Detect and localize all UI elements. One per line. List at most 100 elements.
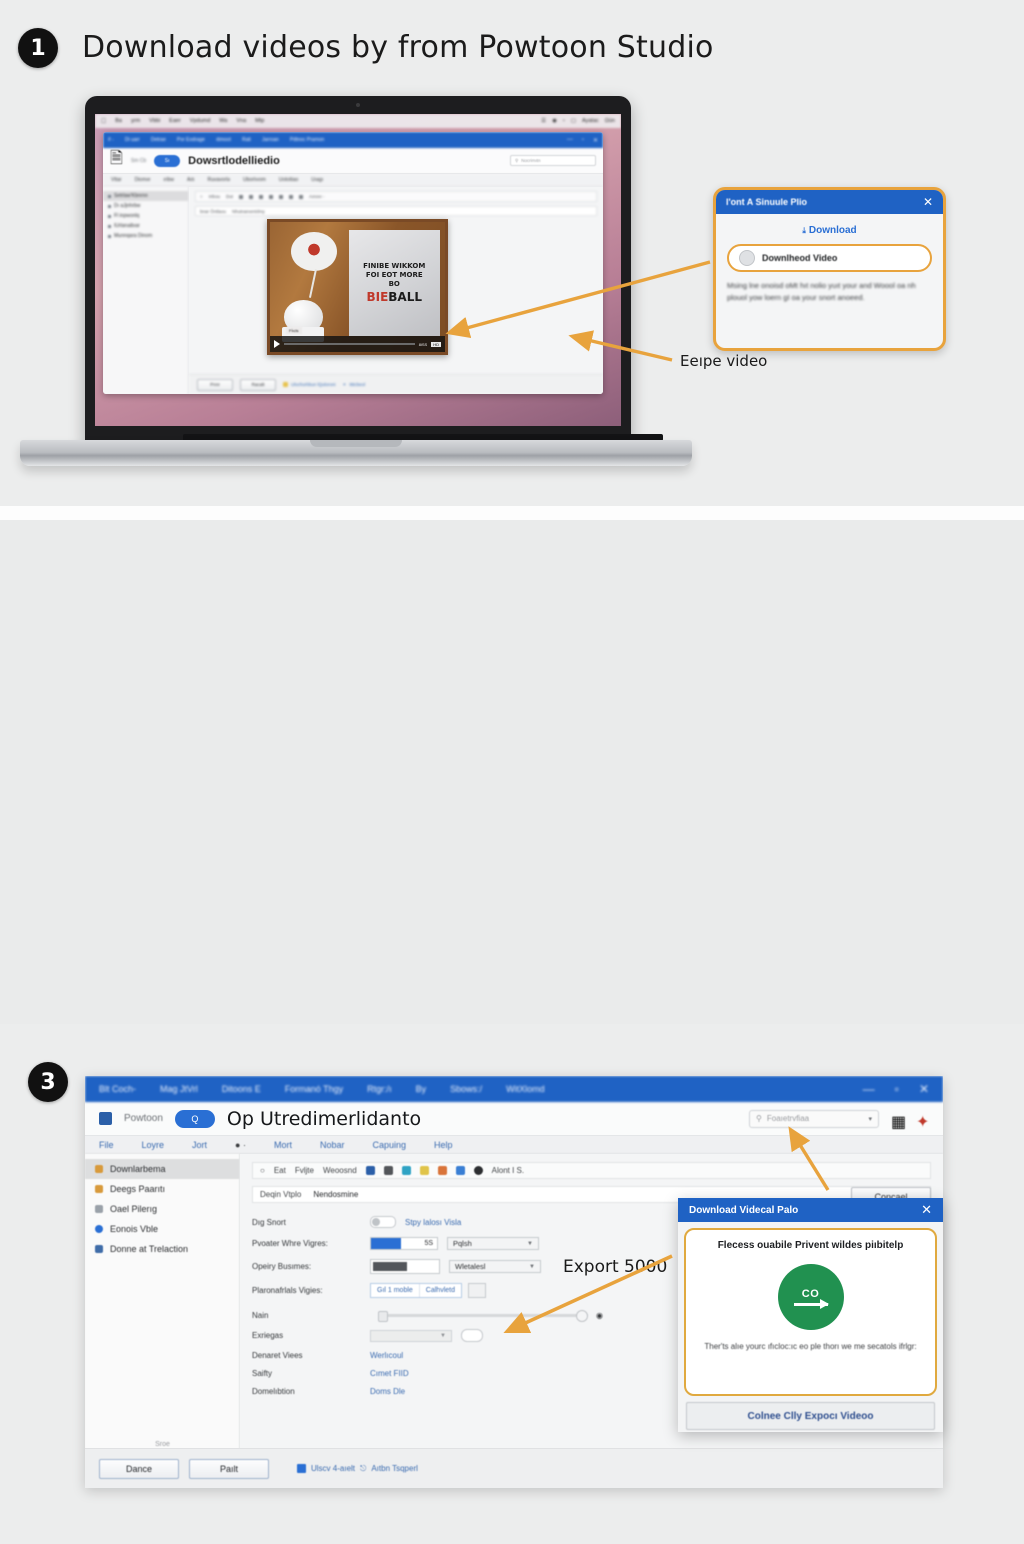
menu-item[interactable]: Blt Coch-: [99, 1084, 136, 1094]
export-video-button[interactable]: Colnee Clly Expocı Videoo: [686, 1402, 935, 1430]
sidebar-item-translation[interactable]: Donne at Trelaction: [85, 1239, 239, 1259]
video-controls[interactable]: 8iSS HD: [270, 336, 445, 352]
maximize-icon[interactable]: ▫: [582, 137, 584, 144]
sidebar-item-downloads[interactable]: Downlarbema: [85, 1159, 239, 1179]
footer-checkbox-group[interactable]: Ulscv 4-aıelt ⎋ Aıtbn Tsqperl: [297, 1464, 418, 1474]
footer-link-1[interactable]: Ulochorlıbun lQuloroni: [283, 382, 336, 387]
ribbon-tabs[interactable]: File Loyre Jort ● · Mort Nobar Capuing H…: [85, 1136, 943, 1154]
toolbar-more[interactable]: Alont I S.: [492, 1166, 524, 1175]
sidebar-item-0[interactable]: Setrlaw'Kbnrnn: [103, 191, 188, 201]
content-toolbar[interactable]: ○ Eat Fvljte Weoosnd Alont I S.: [252, 1162, 931, 1179]
ribbon-tab[interactable]: Aıtı: [187, 177, 195, 183]
mac-menu-item[interactable]: Vna: [236, 118, 246, 124]
trash-icon[interactable]: [279, 194, 283, 199]
ribbon-tab[interactable]: Uborlıvom: [243, 177, 266, 183]
slider-end-handle[interactable]: [576, 1310, 588, 1322]
menu-item[interactable]: Ditoons E: [222, 1084, 261, 1094]
menu-item[interactable]: Sbows:/: [450, 1084, 482, 1094]
window-menu-item[interactable]: Detrae: [151, 137, 166, 143]
search-input[interactable]: ⚲ Nocrimıtn: [510, 155, 596, 166]
video-thumbnail[interactable]: FINIBE WIKKOM FOI EOT MORE BO BIEBALL 8i…: [267, 219, 448, 355]
ribbon-tab[interactable]: Vttar: [111, 177, 122, 183]
mac-menu-item[interactable]: Ba: [115, 118, 122, 124]
window-controls[interactable]: — ▫ ✕: [567, 137, 598, 144]
sidebar-item-2[interactable]: Fl inpwonlq: [103, 211, 188, 221]
text-field[interactable]: [370, 1259, 440, 1274]
display-icon[interactable]: ▢: [571, 118, 576, 124]
italic-icon[interactable]: [383, 1166, 393, 1175]
radio-icon[interactable]: ○: [200, 194, 203, 199]
toolbar-more[interactable]: Aınovı -: [309, 194, 325, 199]
menu-item[interactable]: By: [416, 1084, 427, 1094]
ribbon-tab-sort[interactable]: Jort: [192, 1140, 207, 1150]
image-icon[interactable]: [249, 194, 253, 199]
ribbon-tab-more[interactable]: Mort: [274, 1140, 292, 1150]
grid-icon[interactable]: ▦: [891, 1112, 906, 1131]
save-icon[interactable]: [419, 1166, 429, 1175]
sidebar-item-pages[interactable]: Deegs Paarıtı: [85, 1179, 239, 1199]
go-button[interactable]: CO: [777, 1264, 844, 1330]
bold-icon[interactable]: [365, 1166, 375, 1175]
mac-menu-item[interactable]: Vbbi: [149, 118, 160, 124]
mac-menu-item[interactable]: ỵrm: [131, 118, 140, 124]
ribbon-tab[interactable]: Diomıe: [135, 177, 151, 183]
browse-button[interactable]: [467, 1283, 486, 1298]
hd-badge[interactable]: HD: [431, 341, 441, 347]
sidebar[interactable]: Downlarbema Deegs Paarıtı Oael Pilerıg E…: [85, 1154, 240, 1454]
minimize-icon[interactable]: —: [567, 137, 573, 144]
quality-select[interactable]: Pqlsh ▼: [447, 1237, 539, 1250]
brush-icon[interactable]: ◉: [596, 1311, 603, 1320]
window-menu-item[interactable]: Por Eodrage: [177, 137, 205, 143]
ribbon-tab[interactable]: Ruvavorlə: [207, 177, 230, 183]
app-menu-bar[interactable]: Blt Coch- Mag JtVrl Ditoons E Formanó Th…: [85, 1076, 943, 1102]
window-menu-item[interactable]: ıtimoot: [216, 137, 231, 143]
close-icon[interactable]: ✕: [923, 195, 933, 209]
close-icon[interactable]: ✕: [919, 1082, 929, 1096]
search-dropdown[interactable]: ⚲ Foaıetrvfiaa ▾: [749, 1109, 879, 1128]
record-icon[interactable]: [473, 1166, 483, 1175]
slider-handle[interactable]: [378, 1311, 388, 1322]
ribbon-tab[interactable]: Uoloitiao: [279, 177, 298, 183]
checkbox-icon[interactable]: ○: [260, 1166, 265, 1175]
mac-status-area[interactable]: ☰ ◉ ▫ ▢ Ayatac Ωün: [541, 118, 615, 124]
form-link[interactable]: Werlıcoul: [370, 1351, 403, 1360]
form-link[interactable]: Stpy lalosı Visla: [405, 1218, 461, 1227]
sidebar-item-3[interactable]: IUrlanaibıar: [103, 221, 188, 231]
paılt-button[interactable]: Paılt: [189, 1458, 269, 1479]
menu-item[interactable]: Mag JtVrl: [160, 1084, 198, 1094]
menu-item[interactable]: WitXlomd: [506, 1084, 545, 1094]
menu-item[interactable]: Rtgr:/ı: [367, 1084, 392, 1094]
close-icon[interactable]: ✕: [921, 1202, 932, 1218]
chart-icon[interactable]: [455, 1166, 465, 1175]
sidebar[interactable]: Setrlaw'Kbnrnn Dı aJjnhrbw Fl inpwonlq I…: [103, 187, 189, 394]
toolbar-item-filter[interactable]: Fvljte: [295, 1166, 314, 1175]
ribbon-tab-help[interactable]: Help: [434, 1140, 453, 1150]
dance-button[interactable]: Dance: [99, 1458, 179, 1479]
close-icon[interactable]: ✕: [593, 137, 598, 144]
mac-menu-item[interactable]: Mtp: [255, 118, 264, 124]
mac-menu-item[interactable]: Eaer: [169, 118, 181, 124]
search-pill-button[interactable]: Q: [174, 1109, 215, 1128]
notification-icon[interactable]: ✦: [916, 1112, 929, 1131]
content-row[interactable]: bnar Öntlaou Nhutnanıentılmy: [195, 206, 597, 216]
toggle-pill[interactable]: [461, 1329, 483, 1342]
share-icon[interactable]: [269, 194, 273, 199]
form-link[interactable]: Doms Dle: [370, 1387, 405, 1396]
window-controls[interactable]: — ▫ ✕: [863, 1082, 929, 1096]
menu-item[interactable]: Formanó Thgy: [285, 1084, 343, 1094]
search-pill-button[interactable]: Sı: [154, 154, 181, 167]
gear-icon[interactable]: [299, 194, 303, 199]
progress-meter[interactable]: 5S: [370, 1237, 438, 1250]
ribbon-tab[interactable]: ıribw: [163, 177, 174, 183]
window-menu-item[interactable]: Pdtnoc Pramon: [290, 137, 324, 143]
form-link[interactable]: Cımet FIID: [370, 1369, 409, 1378]
sidebar-item-video[interactable]: Eonois Vble: [85, 1219, 239, 1239]
refresh-icon[interactable]: [401, 1166, 411, 1175]
document-name-value[interactable]: Nendosmine: [313, 1190, 358, 1199]
window-menu-item[interactable]: Di uarr: [125, 137, 140, 143]
content-toolbar[interactable]: ○ Irtlıou Dut Aınovı -: [195, 191, 597, 202]
print-button[interactable]: Prınr: [197, 378, 233, 391]
paint-icon[interactable]: ● ·: [235, 1140, 246, 1150]
ribbon-tabs[interactable]: Vttar Diomıe ıribw Aıtı Ruvavorlə Uborlı…: [103, 174, 603, 187]
toolbar-item-edit[interactable]: Eat: [274, 1166, 286, 1175]
